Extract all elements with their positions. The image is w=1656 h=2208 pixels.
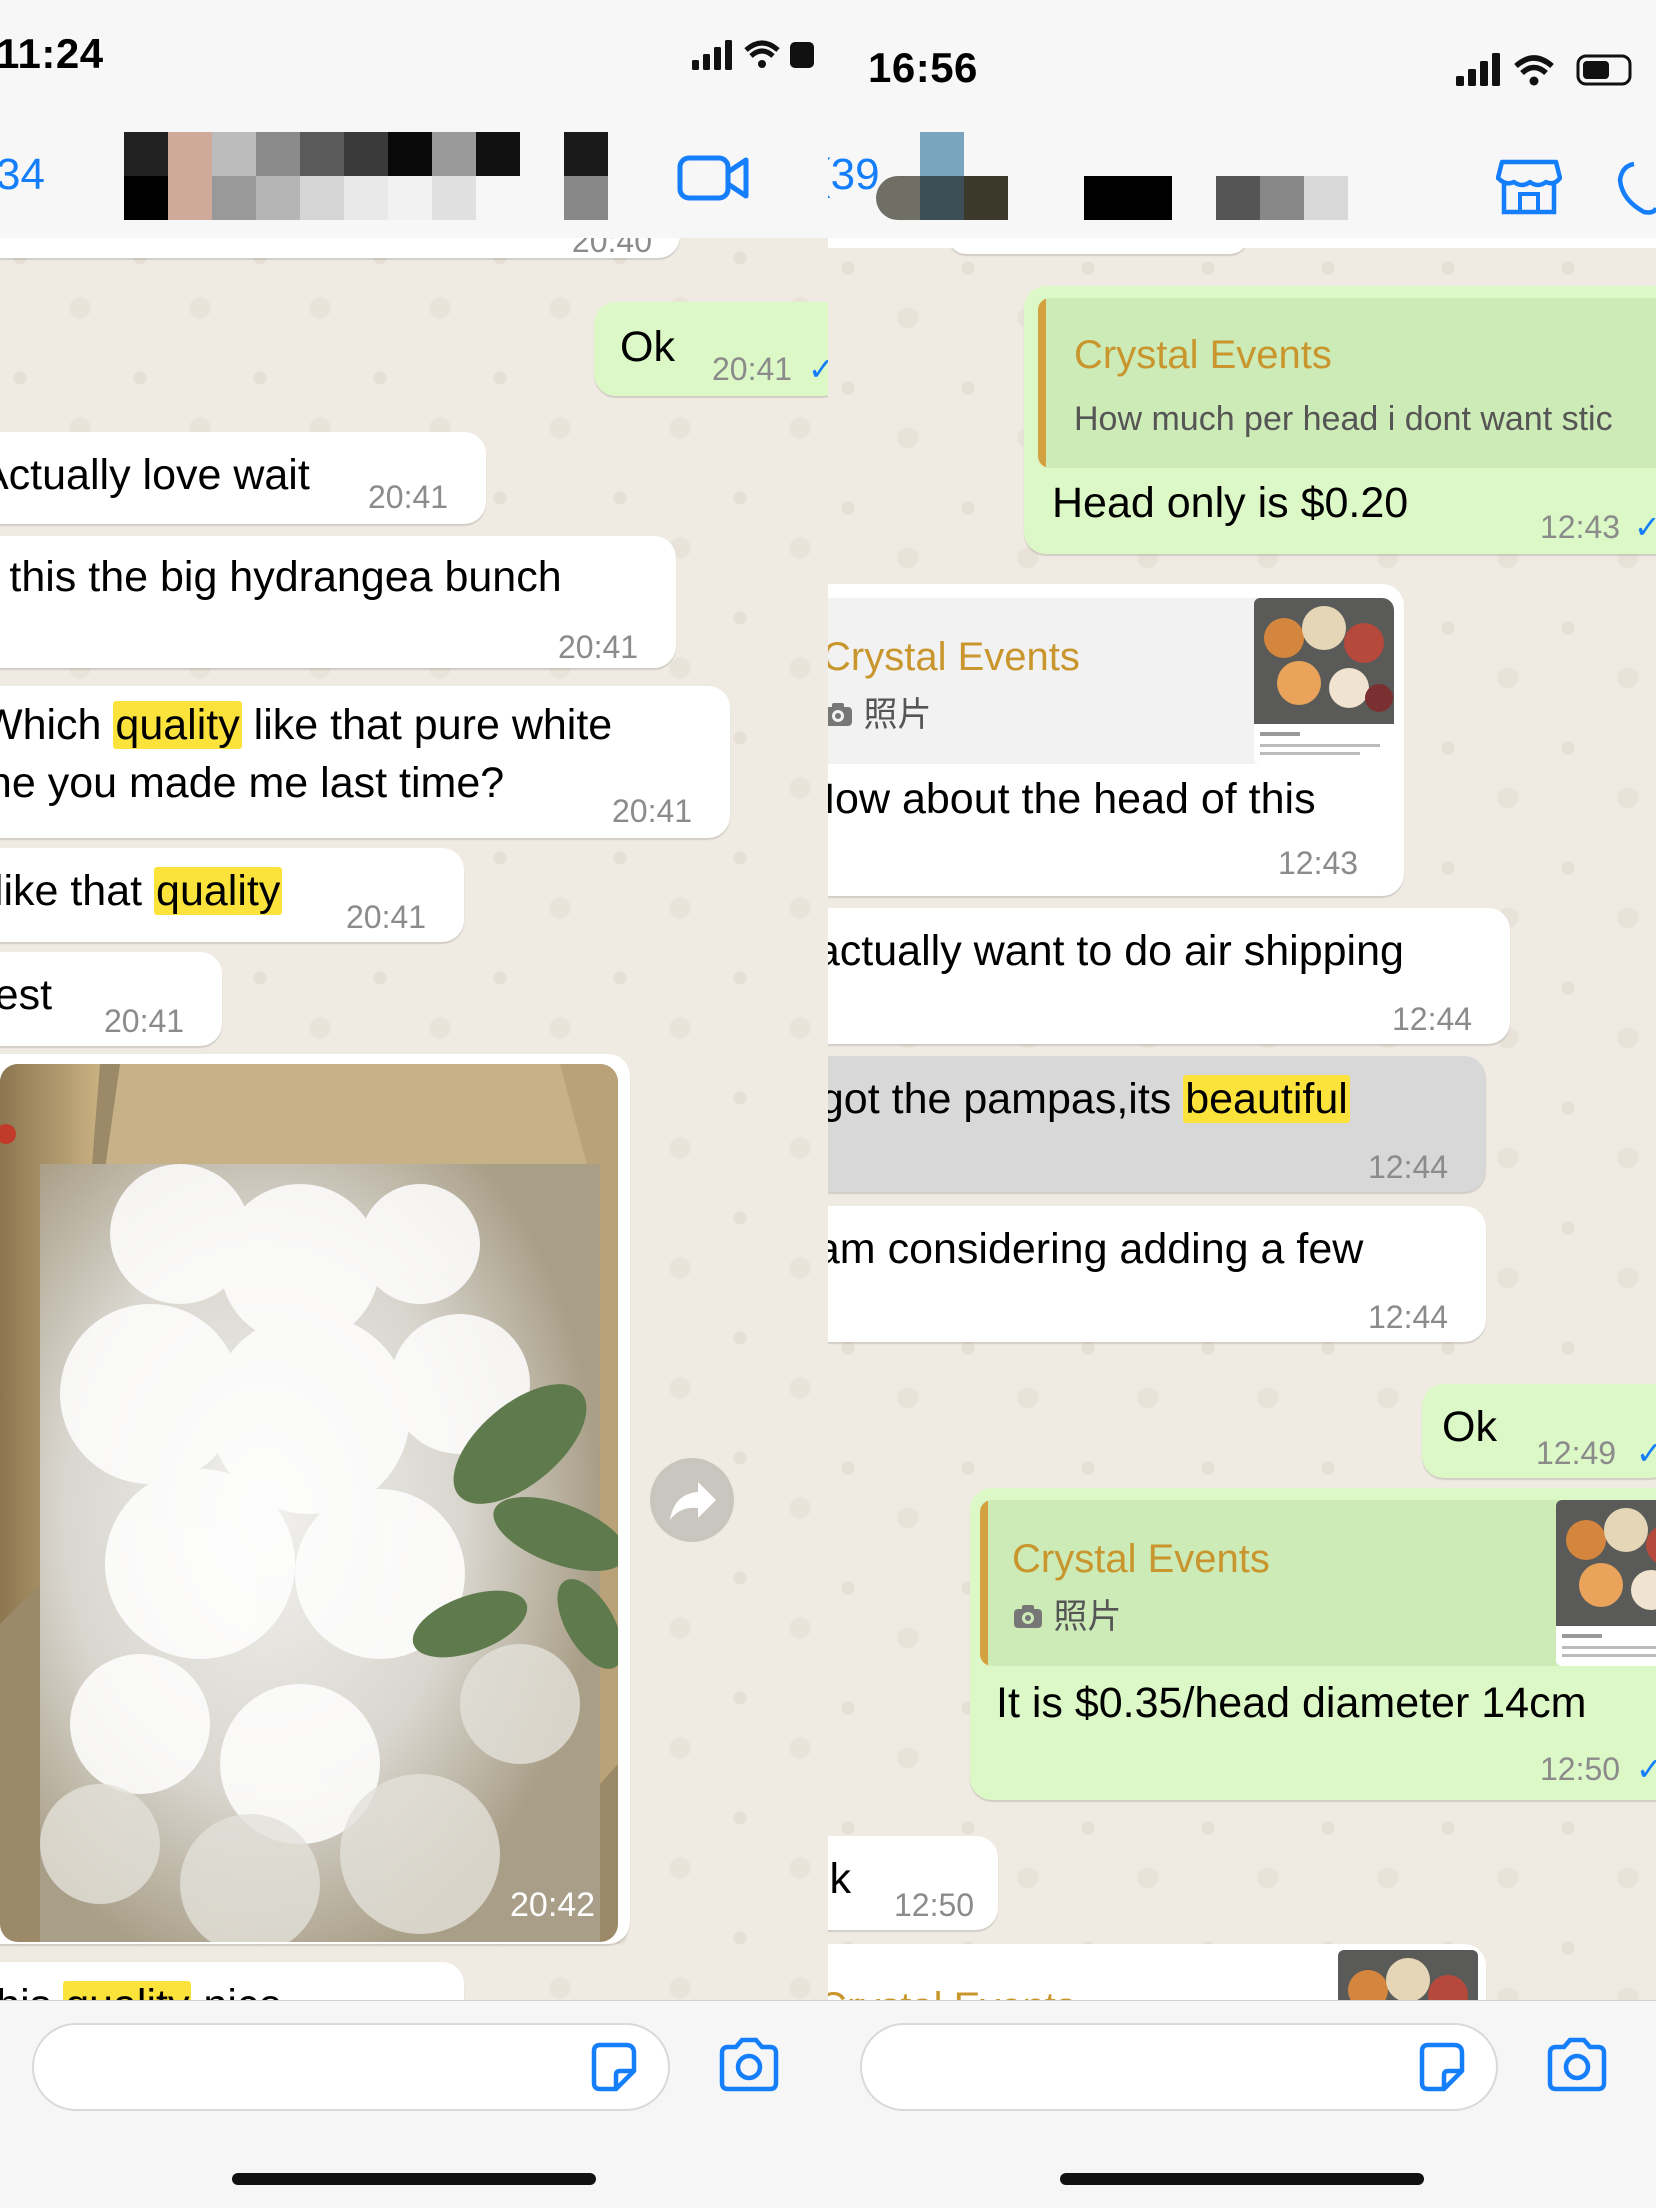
read-tick-icon: ✓ xyxy=(1634,509,1656,545)
search-highlight: quality xyxy=(113,701,242,749)
message-bubble-incoming[interactable]: Which quality like that pure white one y… xyxy=(0,686,730,838)
message-bubble-incoming[interactable]: Ok 12:50 xyxy=(828,1836,998,1930)
quoted-message[interactable]: Crystal Events 照片 xyxy=(828,598,1394,764)
message-bubble-incoming[interactable]: Crystal Events 照片 How about the head of … xyxy=(828,584,1404,896)
message-bubble-stub xyxy=(948,248,1248,254)
message-input[interactable] xyxy=(32,2023,670,2111)
forward-arrow-icon xyxy=(670,1482,716,1520)
message-bubble-outgoing[interactable]: Ok 12:49 ✓ xyxy=(1422,1384,1656,1478)
message-bubble-incoming[interactable]: I like that quality 20:41 xyxy=(0,848,464,942)
hydrangea-photo[interactable] xyxy=(0,1064,618,1942)
message-input-bar xyxy=(828,2000,1656,2208)
signal-wifi-battery-icons xyxy=(1456,53,1632,86)
message-bubble-incoming[interactable]: Crystal Events xyxy=(828,1944,1486,2000)
message-bubble-incoming[interactable]: I am considering adding a few 12:44 xyxy=(828,1206,1486,1342)
image-message[interactable]: 20:42 xyxy=(0,1054,630,1944)
message-bubble-incoming[interactable]: I actually want to do air shipping 12:44 xyxy=(828,908,1510,1044)
message-bubble-outgoing[interactable]: Crystal Events 照片 It is $0.35/head diame… xyxy=(970,1488,1656,1800)
status-time: 11:24 xyxy=(0,30,104,77)
chat-header: (39 xyxy=(828,120,1656,238)
chat-header: 34 xyxy=(0,120,828,239)
back-unread-count[interactable]: 34 xyxy=(0,150,45,200)
phone-icon[interactable] xyxy=(1614,156,1656,216)
read-tick-icon: ✓ xyxy=(1636,1751,1656,1787)
signal-wifi-battery-icons xyxy=(692,40,814,70)
message-bubble-incoming[interactable]: Actually love wait 20:41 xyxy=(0,432,486,524)
video-camera-icon[interactable] xyxy=(676,150,750,206)
flowers-thumbnail[interactable] xyxy=(1338,1950,1478,2000)
sticker-icon[interactable] xyxy=(586,2041,640,2095)
quoted-message[interactable]: Crystal Events 照片 xyxy=(980,1500,1656,1666)
message-input-bar xyxy=(0,2000,828,2208)
left-screenshot: 11:24 34 20:40 Ok 20:41 ✓ Actually love … xyxy=(0,0,828,2208)
read-tick-icon: ✓ xyxy=(1636,1435,1656,1471)
read-tick-icon: ✓ xyxy=(808,351,828,387)
sticker-icon[interactable] xyxy=(1414,2041,1468,2095)
camera-small-icon xyxy=(1014,1605,1042,1628)
camera-small-icon xyxy=(828,703,852,726)
message-bubble-incoming[interactable]: Is this the big hydrangea bunch 20:41 xyxy=(0,536,676,668)
status-bar: 11:24 xyxy=(0,0,828,120)
message-bubble-outgoing[interactable]: Ok 20:41 ✓ xyxy=(594,302,828,396)
storefront-icon[interactable] xyxy=(1496,156,1562,216)
home-indicator xyxy=(1060,2173,1424,2185)
search-highlight: quality xyxy=(63,1981,192,2000)
message-bubble-incoming[interactable]: This quality nice xyxy=(0,1962,464,2000)
message-bubble-incoming[interactable]: Best 20:41 xyxy=(0,952,222,1046)
status-time: 16:56 xyxy=(868,44,978,91)
search-highlight: beautiful xyxy=(1183,1075,1350,1123)
back-unread-count[interactable]: (39 xyxy=(828,150,880,200)
message-bubble-incoming-selected[interactable]: I got the pampas,its beautiful 12:44 xyxy=(828,1056,1486,1192)
camera-icon[interactable] xyxy=(1544,2037,1610,2093)
chat-area[interactable]: 20:40 Ok 20:41 ✓ Actually love wait 20:4… xyxy=(0,238,828,2000)
chat-area[interactable]: Crystal Events How much per head i dont … xyxy=(828,248,1656,2000)
status-bar: 16:56 xyxy=(828,0,1656,120)
flowers-thumbnail[interactable] xyxy=(1556,1500,1656,1666)
message-bubble-stub: 20:40 xyxy=(0,238,680,259)
quoted-message[interactable]: Crystal Events How much per head i dont … xyxy=(1038,298,1656,468)
flowers-thumbnail[interactable] xyxy=(1254,598,1394,764)
right-screenshot: 16:56 (39 xyxy=(828,0,1656,2208)
search-highlight: quality xyxy=(154,867,283,915)
message-input[interactable] xyxy=(860,2023,1498,2111)
camera-icon[interactable] xyxy=(716,2037,782,2093)
message-bubble-outgoing[interactable]: Crystal Events How much per head i dont … xyxy=(1024,286,1656,554)
forward-button[interactable] xyxy=(650,1458,734,1542)
home-indicator xyxy=(232,2173,596,2185)
